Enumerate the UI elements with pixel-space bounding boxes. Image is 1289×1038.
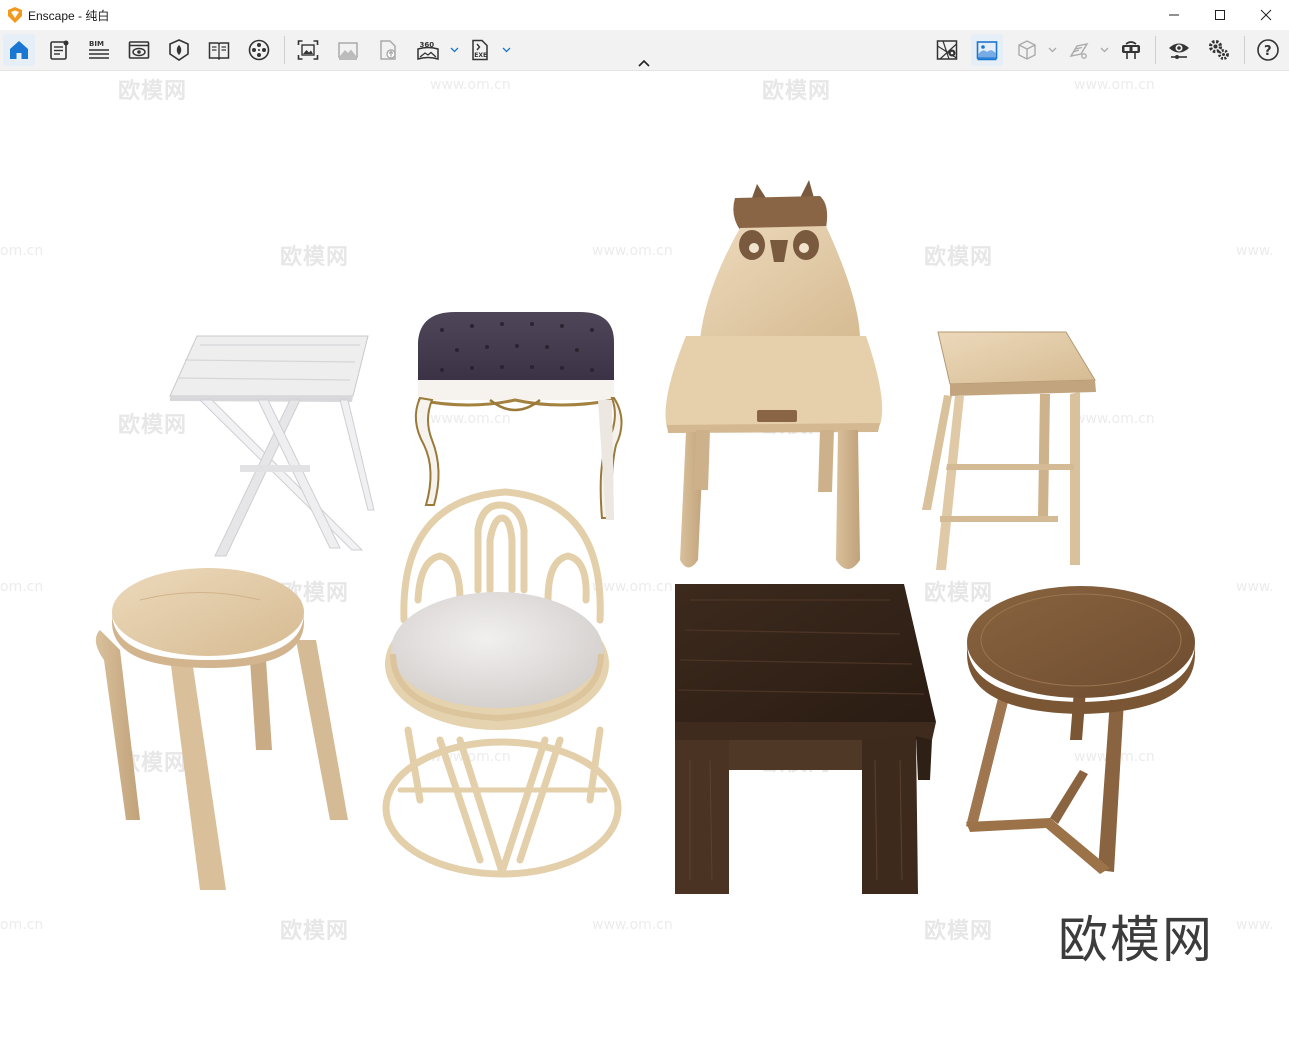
home-icon — [10, 41, 28, 59]
layers-dropdown-caret[interactable] — [1099, 44, 1109, 56]
help-button[interactable]: ? — [1252, 34, 1284, 66]
tufted-velvet-ottoman — [414, 312, 623, 520]
vr-headset-icon — [1122, 41, 1140, 59]
rendered-furniture-scene — [95, 180, 1195, 894]
settings-button[interactable] — [1203, 34, 1235, 66]
views-button[interactable] — [123, 34, 155, 66]
svg-text:?: ? — [1264, 44, 1272, 59]
title-bar: Enscape - 纯白 — [0, 0, 1289, 30]
rattan-seat-cushion — [385, 592, 609, 730]
svg-text:BIM: BIM — [89, 40, 104, 48]
svg-text:EXE: EXE — [474, 52, 487, 59]
visual-settings-button[interactable] — [1163, 34, 1195, 66]
chevron-down-icon — [502, 47, 510, 53]
batch-render-button[interactable] — [332, 34, 364, 66]
dark-wood-side-table — [675, 584, 936, 894]
notes-icon — [50, 40, 69, 60]
chevron-up-icon — [638, 59, 650, 67]
round-walnut-side-table — [966, 586, 1195, 874]
map-button[interactable] — [931, 34, 963, 66]
chevron-down-icon — [450, 47, 458, 53]
help-icon: ? — [1257, 39, 1279, 61]
map-pin-icon — [936, 40, 958, 60]
atmosphere-button[interactable] — [971, 34, 1003, 66]
vr-headset-button[interactable] — [1115, 34, 1147, 66]
asset-library-button[interactable] — [163, 34, 195, 66]
cube-view-button[interactable] — [1011, 34, 1043, 66]
maximize-icon — [1215, 10, 1225, 20]
upload-icon — [380, 40, 396, 60]
export-dropdown-caret[interactable] — [501, 44, 511, 56]
asset-library-icon — [169, 39, 189, 61]
white-folding-stool — [169, 335, 375, 557]
toolbar-separator — [284, 36, 285, 64]
material-book-icon — [208, 42, 230, 61]
close-icon — [1260, 9, 1272, 21]
layers-button[interactable] — [1063, 34, 1095, 66]
square-bar-stool — [922, 331, 1096, 570]
chevron-down-icon — [1048, 47, 1056, 53]
maximize-button[interactable] — [1197, 0, 1243, 30]
toolbar-separator — [1155, 36, 1156, 64]
upload-button[interactable] — [372, 34, 404, 66]
brand-logo-watermark: 欧模网 — [1058, 911, 1214, 969]
window-title: Enscape - 纯白 — [28, 9, 110, 23]
minimize-button[interactable] — [1151, 0, 1197, 30]
screenshot-button[interactable] — [292, 34, 324, 66]
export-exe-icon: EXE — [472, 39, 488, 61]
notes-button[interactable] — [43, 34, 75, 66]
video-editor-button[interactable] — [243, 34, 275, 66]
settings-icon — [1208, 39, 1229, 60]
minimize-icon — [1169, 14, 1179, 16]
toolbar-separator — [1244, 36, 1245, 64]
round-bentwood-stool — [95, 568, 348, 890]
layers-icon — [1069, 43, 1089, 59]
kids-animal-chair — [665, 180, 883, 569]
home-button[interactable] — [3, 34, 35, 66]
cube-icon — [1018, 40, 1036, 60]
chevron-down-icon — [1100, 47, 1108, 53]
video-reel-icon — [248, 39, 270, 61]
material-book-button[interactable] — [203, 34, 235, 66]
panorama-dropdown-caret[interactable] — [449, 44, 459, 56]
batch-render-icon — [338, 42, 358, 60]
views-icon — [128, 41, 150, 59]
collapse-toolbar-button[interactable] — [634, 56, 654, 70]
bim-icon: BIM — [89, 40, 109, 59]
render-viewport[interactable]: 欧模网 www.om.cn 欧模网 www.om.cn om.cn 欧模网 ww… — [0, 71, 1289, 1038]
visual-settings-icon — [1169, 43, 1189, 59]
export-exe-button[interactable]: EXE — [464, 34, 496, 66]
bim-button[interactable]: BIM — [83, 34, 115, 66]
screenshot-icon — [297, 40, 319, 60]
panorama-360-button[interactable]: 360 — [412, 34, 444, 66]
close-button[interactable] — [1243, 0, 1289, 30]
cube-dropdown-caret[interactable] — [1047, 44, 1057, 56]
enscape-logo-icon — [8, 7, 22, 23]
panorama-360-icon: 360 — [417, 41, 439, 61]
atmosphere-icon — [976, 41, 998, 61]
